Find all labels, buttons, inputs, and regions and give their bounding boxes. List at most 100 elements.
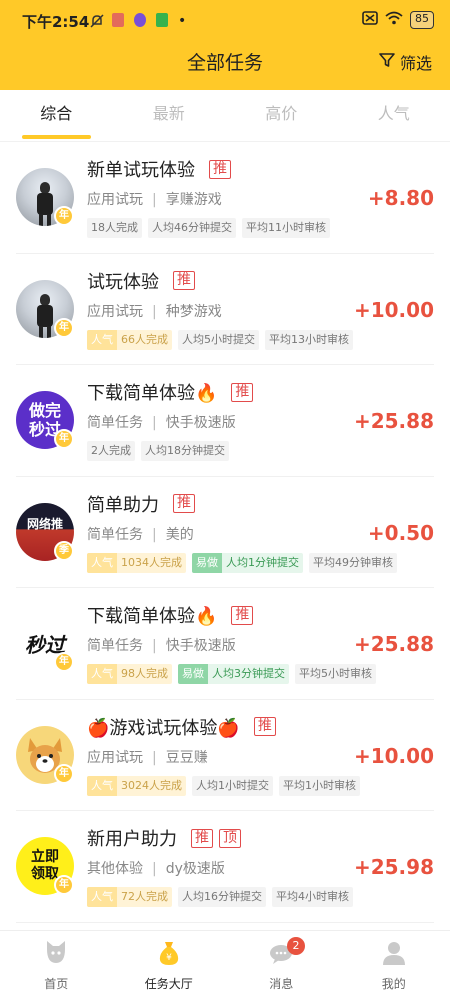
avg-review-time: 平均4小时审核 (272, 887, 353, 907)
nav-task-hall[interactable]: ¥ 任务大厅 (113, 931, 226, 1000)
completed-count: 18人完成 (87, 218, 142, 238)
task-title: 🍎游戏试玩体验🍎 推 (87, 714, 276, 740)
nav-label: 任务大厅 (144, 977, 193, 991)
filter-button[interactable]: 筛选 (379, 50, 432, 74)
nav-profile[interactable]: 我的 (338, 931, 450, 1000)
task-stats: 人气 72人完成 人均16分钟提交 平均4小时审核 (87, 887, 353, 907)
task-reward: +10.00 (353, 297, 434, 322)
status-right: 85 (362, 11, 434, 29)
status-more-dot: • (178, 13, 187, 29)
popular-chip: 人气 98人完成 (87, 664, 172, 684)
nav-label: 消息 (269, 977, 294, 991)
recommend-tag: 推 (191, 828, 213, 848)
completed-count: 1034人完成 (121, 555, 182, 569)
popular-chip: 人气 3024人完成 (87, 775, 186, 796)
tab-popular[interactable]: 人气 (338, 90, 450, 141)
sort-tabs: 综合 最新 高价 人气 (0, 90, 450, 142)
svg-text:¥: ¥ (166, 953, 172, 963)
task-stats: 人气 66人完成 人均5小时提交 平均13小时审核 (87, 329, 353, 350)
app-header: 下午2:54 • 85 全部任务 筛选 (0, 0, 450, 90)
task-meta: 应用试玩 | 豆豆赚 (87, 747, 208, 767)
money-bag-icon: ¥ (157, 939, 181, 967)
task-item[interactable]: 做完 秒过 年 下载简单体验🔥 推 简单任务 | 快手极速版 +25.88 2人完成… (16, 365, 434, 477)
task-app: dy极速版 (165, 861, 225, 877)
recommend-tag: 推 (253, 717, 276, 736)
popular-chip: 人气 72人完成 (87, 887, 172, 907)
recommend-tag: 推 (173, 271, 195, 290)
task-item[interactable]: 秒过 年 下载简单体验🔥 推 简单任务 | 快手极速版 +25.88 人气 98人完成… (16, 588, 434, 700)
nav-home[interactable]: 首页 (0, 931, 113, 1000)
meta-separator: | (152, 749, 157, 766)
task-meta: 简单任务 | 快手极速版 (87, 412, 236, 432)
avg-review-time: 平均49分钟审核 (309, 552, 397, 573)
task-item[interactable]: 年 新单试玩体验 推 应用试玩 | 享赚游戏 +8.80 18人完成 人均46分钟提… (16, 142, 434, 254)
recommend-tag: 推 (231, 382, 254, 402)
nav-messages[interactable]: 2 消息 (225, 931, 338, 1000)
avatar-text: 立即 领取 (31, 849, 59, 882)
avg-submit-time: 人均18分钟提交 (141, 441, 229, 461)
popular-label: 人气 (87, 329, 117, 350)
avg-submit-time: 人均16分钟提交 (178, 887, 266, 907)
task-app: 享赚游戏 (165, 192, 222, 208)
recommend-tag: 推 (173, 494, 195, 513)
task-title-text: 🍎游戏试玩体验🍎 (87, 717, 240, 739)
avg-review-time: 平均1小时审核 (279, 775, 360, 796)
task-item[interactable]: 网络推 季 简单助力 推 简单任务 | 美的 +0.50 人气 1034人完成 易做人… (16, 477, 434, 588)
popular-label: 人气 (87, 664, 117, 684)
tab-high-price[interactable]: 高价 (225, 90, 338, 141)
task-category: 其他体验 (87, 861, 143, 877)
task-stats: 人气 98人完成 易做 人均3分钟提交 平均5小时审核 (87, 664, 376, 684)
battery-indicator: 85 (410, 11, 434, 29)
task-item[interactable]: 年 🍎游戏试玩体验🍎 推 应用试玩 | 豆豆赚 +10.00 人气 3024人完成 人… (16, 700, 434, 811)
task-reward: +10.00 (353, 743, 434, 768)
task-item[interactable]: 年 试玩体验 推 应用试玩 | 种梦游戏 +10.00 人气 66人完成 人均5小时提… (16, 254, 434, 365)
task-reward: +25.88 (353, 409, 434, 433)
task-title-text: 试玩体验 (87, 271, 159, 293)
completed-count: 3024人完成 (121, 778, 182, 792)
recommend-tag: 推 (231, 605, 254, 625)
mute-icon (90, 13, 104, 28)
task-title: 简单助力 推 (87, 491, 195, 517)
membership-badge: 季 (54, 540, 74, 561)
task-reward: +0.50 (367, 520, 434, 545)
app-notification-icon (156, 13, 168, 27)
task-title: 下载简单体验🔥 推 (87, 379, 254, 405)
filter-label: 筛选 (399, 54, 432, 73)
meta-separator: | (152, 861, 157, 877)
pinned-tag: 顶 (219, 828, 241, 848)
easy-chip: 易做 人均1分钟提交 (192, 552, 303, 573)
meta-separator: | (152, 303, 157, 320)
task-app: 豆豆赚 (165, 749, 208, 766)
task-title: 新用户助力 推顶 (87, 825, 241, 851)
nav-label: 我的 (381, 977, 406, 991)
meta-separator: | (152, 415, 157, 431)
status-bar: 下午2:54 • 85 (0, 8, 450, 34)
easy-label: 易做 (192, 552, 222, 573)
task-meta: 其他体验 | dy极速版 (87, 858, 225, 878)
task-item[interactable]: 立即 领取 年 新用户助力 推顶 其他体验 | dy极速版 +25.98 人气 72人… (16, 811, 434, 923)
easy-label: 易做 (178, 664, 208, 684)
easy-chip: 易做 人均3分钟提交 (178, 664, 289, 684)
task-category: 简单任务 (87, 415, 143, 431)
task-category: 简单任务 (87, 638, 143, 654)
task-title: 新单试玩体验 推 (87, 156, 231, 182)
task-title-text: 简单助力 (87, 494, 159, 516)
task-stats: 2人完成 人均18分钟提交 (87, 441, 229, 461)
task-reward: +25.98 (353, 855, 434, 879)
task-category: 简单任务 (87, 526, 143, 543)
task-list: 年 新单试玩体验 推 应用试玩 | 享赚游戏 +8.80 18人完成 人均46分钟提… (0, 142, 450, 923)
task-reward: +8.80 (367, 186, 434, 210)
task-app: 快手极速版 (165, 415, 236, 431)
nav-label: 首页 (44, 977, 69, 991)
avg-submit-time: 人均5小时提交 (178, 329, 259, 350)
tab-comprehensive[interactable]: 综合 (0, 90, 113, 141)
avg-submit-time: 人均46分钟提交 (148, 218, 236, 238)
profile-icon (382, 939, 406, 967)
app-notification-icon (134, 13, 146, 27)
popular-label: 人气 (87, 552, 117, 573)
tab-newest[interactable]: 最新 (113, 90, 226, 141)
task-title-text: 新用户助力 (87, 829, 177, 850)
wifi-icon (385, 11, 403, 29)
avg-submit-time: 人均1分钟提交 (226, 555, 299, 569)
avg-review-time: 平均11小时审核 (242, 218, 330, 238)
